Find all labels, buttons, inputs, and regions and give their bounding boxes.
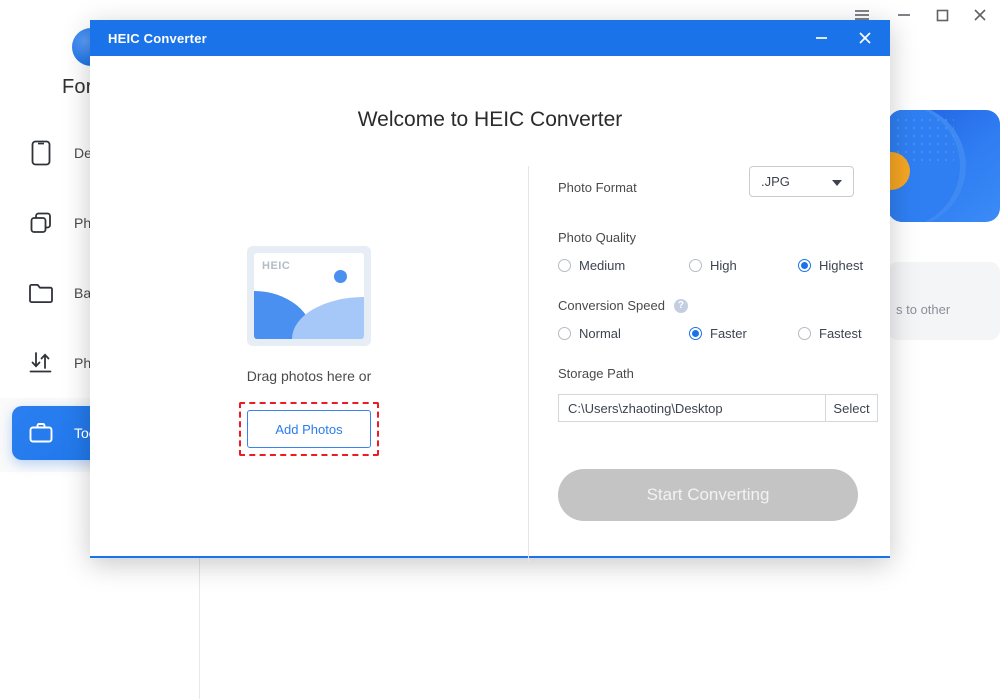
- photo-quality-radio-group: Medium High Highest: [558, 258, 878, 280]
- photos-stack-icon: [24, 206, 58, 240]
- radio-speed-normal[interactable]: Normal: [558, 326, 621, 341]
- radio-label: High: [710, 258, 737, 273]
- storage-path-input[interactable]: [558, 394, 825, 422]
- start-converting-button[interactable]: Start Converting: [558, 469, 858, 521]
- dialog-title: HEIC Converter: [108, 31, 207, 46]
- radio-label: Fastest: [819, 326, 862, 341]
- close-icon[interactable]: [966, 4, 994, 26]
- radio-quality-highest[interactable]: Highest: [798, 258, 863, 273]
- dialog-minimize-icon[interactable]: [800, 20, 842, 56]
- radio-label: Medium: [579, 258, 625, 273]
- radio-indicator: [798, 327, 811, 340]
- heic-converter-dialog: HEIC Converter Welcome to HEIC Converter…: [90, 20, 890, 558]
- storage-path-select-button[interactable]: Select: [825, 394, 878, 422]
- dialog-titlebar: HEIC Converter: [90, 20, 890, 56]
- photo-quality-label-text: Photo Quality: [558, 230, 636, 245]
- briefcase-icon: [24, 416, 58, 450]
- settings-pane: Photo Format .JPG Photo Quality Medium: [558, 166, 878, 521]
- conversion-speed-label: Conversion Speed ?: [558, 298, 878, 313]
- conversion-speed-label-text: Conversion Speed: [558, 298, 665, 313]
- radio-label: Normal: [579, 326, 621, 341]
- dialog-close-icon[interactable]: [844, 20, 886, 56]
- conversion-speed-radio-group: Normal Faster Fastest: [558, 326, 878, 348]
- minimize-icon[interactable]: [890, 4, 918, 26]
- dialog-heading: Welcome to HEIC Converter: [90, 108, 890, 132]
- dialog-body: Welcome to HEIC Converter HEIC Drag phot…: [90, 56, 890, 556]
- photo-quality-label: Photo Quality: [558, 230, 878, 245]
- help-icon[interactable]: ?: [674, 299, 688, 313]
- radio-indicator: [798, 259, 811, 272]
- radio-quality-high[interactable]: High: [689, 258, 737, 273]
- folder-icon: [24, 276, 58, 310]
- radio-label: Highest: [819, 258, 863, 273]
- background-tool-card-text: s to other: [896, 302, 950, 317]
- maximize-icon[interactable]: [928, 4, 956, 26]
- radio-quality-medium[interactable]: Medium: [558, 258, 625, 273]
- radio-indicator: [689, 327, 702, 340]
- radio-speed-fastest[interactable]: Fastest: [798, 326, 862, 341]
- radio-speed-faster[interactable]: Faster: [689, 326, 747, 341]
- storage-path-label: Storage Path: [558, 366, 878, 381]
- drag-instruction-text: Drag photos here or: [90, 368, 528, 384]
- phone-icon: [24, 136, 58, 170]
- transfer-icon: [24, 346, 58, 380]
- photo-format-dropdown[interactable]: .JPG: [749, 166, 854, 197]
- heic-thumbnail-tag: HEIC: [262, 260, 290, 272]
- storage-path-row: Select: [558, 394, 878, 422]
- pane-divider: [528, 166, 529, 562]
- add-photos-wrapper: Add Photos: [247, 410, 371, 448]
- hill-right-shape: [292, 297, 364, 339]
- sun-icon: [334, 270, 347, 283]
- radio-indicator: [558, 259, 571, 272]
- photo-format-row: Photo Format .JPG: [558, 166, 878, 212]
- card-dot-pattern: [894, 116, 954, 162]
- photo-format-label: Photo Format: [558, 180, 637, 195]
- chevron-down-icon: [832, 180, 842, 186]
- background-tool-card[interactable]: s to other: [888, 262, 1000, 340]
- photo-format-value: .JPG: [761, 174, 790, 189]
- storage-path-label-text: Storage Path: [558, 366, 634, 381]
- radio-indicator: [558, 327, 571, 340]
- radio-indicator: [689, 259, 702, 272]
- background-feature-card[interactable]: [888, 110, 1000, 222]
- add-photos-button[interactable]: Add Photos: [247, 410, 371, 448]
- drop-zone-pane[interactable]: HEIC Drag photos here or Add Photos: [90, 246, 528, 448]
- radio-label: Faster: [710, 326, 747, 341]
- heic-thumbnail: HEIC: [247, 246, 371, 346]
- sidebar-item-label: Toolbox: [74, 425, 122, 441]
